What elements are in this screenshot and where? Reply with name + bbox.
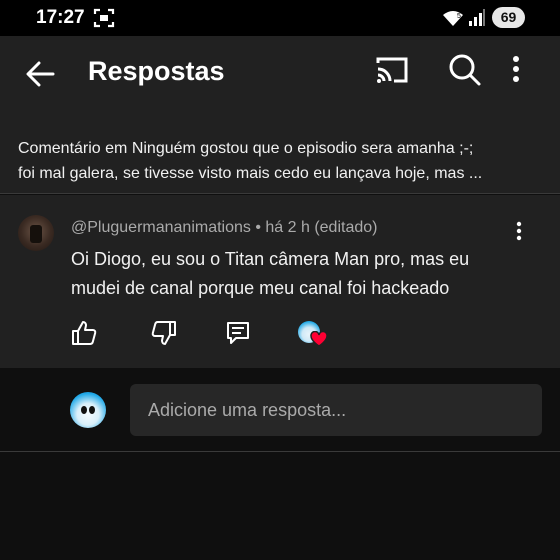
context-line-2: foi mal galera, se tivesse visto mais ce… [18, 165, 483, 182]
status-bar: 17:27 5 69 [0, 0, 560, 36]
status-time: 17:27 [36, 7, 85, 28]
search-button[interactable] [448, 53, 482, 92]
app-bar: Respostas [0, 36, 560, 112]
reply-button[interactable] [224, 319, 252, 347]
original-comment-context[interactable]: Comentário em Ninguém gostou que o episo… [0, 112, 560, 194]
comment-actions [0, 319, 560, 349]
like-button[interactable] [70, 319, 98, 347]
avatar-eye [89, 406, 95, 414]
avatar-eye [81, 406, 87, 414]
reply-comment: @Pluguermananimations • há 2 h (editado)… [0, 195, 560, 368]
page-title: Respostas [88, 56, 225, 86]
wifi-icon: 5 [442, 9, 464, 32]
more-vert-icon [513, 56, 519, 82]
context-line-1: Comentário em Ninguém gostou que o episo… [18, 140, 474, 157]
comment-more-button[interactable] [516, 221, 522, 246]
battery-icon: 69 [492, 7, 525, 28]
reply-bar [0, 369, 560, 452]
cast-icon [376, 57, 408, 83]
heart-icon [310, 331, 328, 347]
dislike-icon [151, 321, 176, 345]
comment-text: Oi Diogo, eu sou o Titan câmera Man pro,… [71, 249, 470, 298]
signal-icon [468, 9, 486, 32]
reply-icon [227, 322, 249, 344]
reply-input[interactable] [130, 384, 542, 436]
dislike-button[interactable] [150, 319, 178, 347]
comment-author-meta[interactable]: @Pluguermananimations • há 2 h (editado) [71, 219, 377, 237]
more-vert-icon [516, 221, 522, 241]
creator-heart-badge [298, 321, 328, 351]
more-options-button[interactable] [512, 54, 520, 89]
avatar[interactable] [18, 215, 54, 251]
back-arrow-icon [26, 61, 55, 87]
like-icon [72, 321, 97, 345]
cast-button[interactable] [374, 54, 410, 91]
screenshot-icon [93, 8, 115, 33]
svg-text:5: 5 [457, 13, 461, 20]
search-icon [449, 54, 481, 86]
avatar [70, 392, 106, 428]
back-button[interactable] [22, 56, 58, 92]
